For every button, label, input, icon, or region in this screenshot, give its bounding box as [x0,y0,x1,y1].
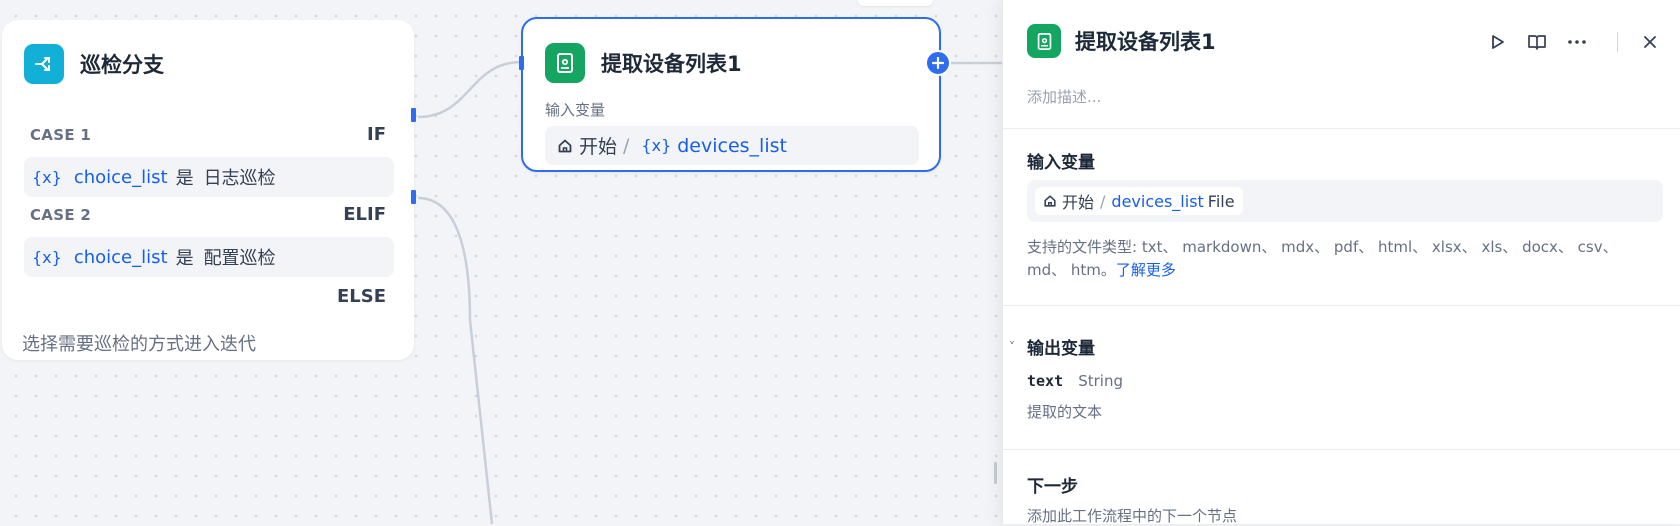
ref-type: File [1207,191,1235,211]
ref-variable: devices_list [1111,191,1204,211]
home-icon [1043,194,1057,208]
variable-icon: {x} [32,247,62,267]
ref-separator: / [1100,191,1106,211]
input-section-title: 输入变量 [1027,153,1095,173]
document-icon [545,43,585,83]
extract-node-header: 提取设备列表1 [545,43,742,83]
case-2-row: CASE 2 ELIF [30,204,386,225]
ref-source: 开始 [579,136,618,158]
condition-value: 日志巡检 [203,168,276,189]
play-icon [1492,35,1504,49]
condition-value: 配置巡检 [203,248,276,269]
toolbar-divider [1617,32,1618,52]
case-2-label: CASE 2 [30,205,92,224]
input-variable-ref[interactable]: 开始 / {x} devices_list [545,126,919,165]
partial-node-edge [858,0,933,6]
panel-title[interactable]: 提取设备列表1 [1075,26,1216,56]
branch-node-header: 巡检分支 [24,44,164,84]
elif-output-handle[interactable] [411,190,416,204]
learn-more-link[interactable]: 了解更多 [1116,261,1176,279]
help-docs-button[interactable] [1523,28,1551,56]
case-2-keyword: ELIF [343,204,386,225]
extract-node[interactable]: 提取设备列表1 输入变量 开始 / {x} devices_list [521,17,941,172]
case-2-condition[interactable]: {x} choice_list 是 配置巡检 [24,237,394,277]
case-1-keyword: IF [367,124,386,145]
case-1-row: CASE 1 IF [30,124,386,145]
condition-operator: 是 [175,248,194,269]
section-divider [1003,305,1680,306]
output-variable-row: text String [1027,371,1123,390]
close-icon [1644,36,1656,48]
condition-variable: choice_list [73,166,168,188]
book-open-icon [1528,35,1546,50]
section-divider [1003,128,1680,129]
variable-icon: {x} [641,136,672,155]
run-node-button[interactable] [1483,28,1511,56]
close-panel-button[interactable] [1636,28,1664,56]
plus-icon [932,57,944,69]
extract-node-title: 提取设备列表1 [601,52,742,76]
else-row: ELSE [30,286,386,307]
panel-resize-handle[interactable] [994,462,997,484]
home-icon [557,138,573,154]
output-section-title[interactable]: 输出变量 [1027,334,1095,359]
condition-variable: choice_list [73,246,168,268]
case-1-label: CASE 1 [30,125,92,144]
edge-if-to-extract [417,60,522,119]
supported-file-types: 支持的文件类型: txt、 markdown、 mdx、 pdf、 html、 … [1027,236,1627,282]
document-icon [1027,24,1061,58]
next-step-title: 下一步 [1027,477,1078,497]
ref-variable: devices_list [677,134,787,157]
input-variable-selector[interactable]: 开始 / devices_list File [1027,180,1663,222]
else-keyword: ELSE [336,286,386,307]
ref-separator: / [623,134,630,157]
next-step-subtitle: 添加此工作流程中的下一个节点 [1027,507,1238,525]
case-1-condition[interactable]: {x} choice_list 是 日志巡检 [24,157,394,197]
panel-header: 提取设备列表1 [1027,24,1216,58]
branch-node-title: 巡检分支 [80,53,164,77]
description-input[interactable]: 添加描述... [1027,86,1101,107]
chevron-down-icon[interactable]: ˅ [1009,340,1015,354]
branch-node-description: 选择需要巡检的方式进入迭代 [22,334,256,355]
edge-elif-down [417,196,494,524]
output-variable-type: String [1078,372,1123,390]
output-variable-name: text [1027,372,1064,390]
output-variable-description: 提取的文本 [1027,403,1103,421]
branch-node[interactable]: 巡检分支 CASE 1 IF {x} choice_list 是 日志巡检 CA… [2,20,414,360]
section-divider [1003,449,1680,450]
input-variable-label: 输入变量 [545,101,606,119]
node-settings-panel: 提取设备列表1 添加描述... 输入变量 开始 / devices_list F… [1002,0,1680,525]
ref-source: 开始 [1062,193,1095,212]
branch-icon [24,44,64,84]
panel-toolbar [1483,28,1676,56]
input-variable-tag[interactable]: 开始 / devices_list File [1035,187,1243,215]
more-icon [1568,40,1586,44]
variable-icon: {x} [32,167,62,187]
condition-operator: 是 [175,168,194,189]
more-options-button[interactable] [1563,28,1591,56]
add-next-node-button[interactable] [925,50,951,76]
if-output-handle[interactable] [411,108,416,122]
extract-input-handle[interactable] [519,56,524,70]
